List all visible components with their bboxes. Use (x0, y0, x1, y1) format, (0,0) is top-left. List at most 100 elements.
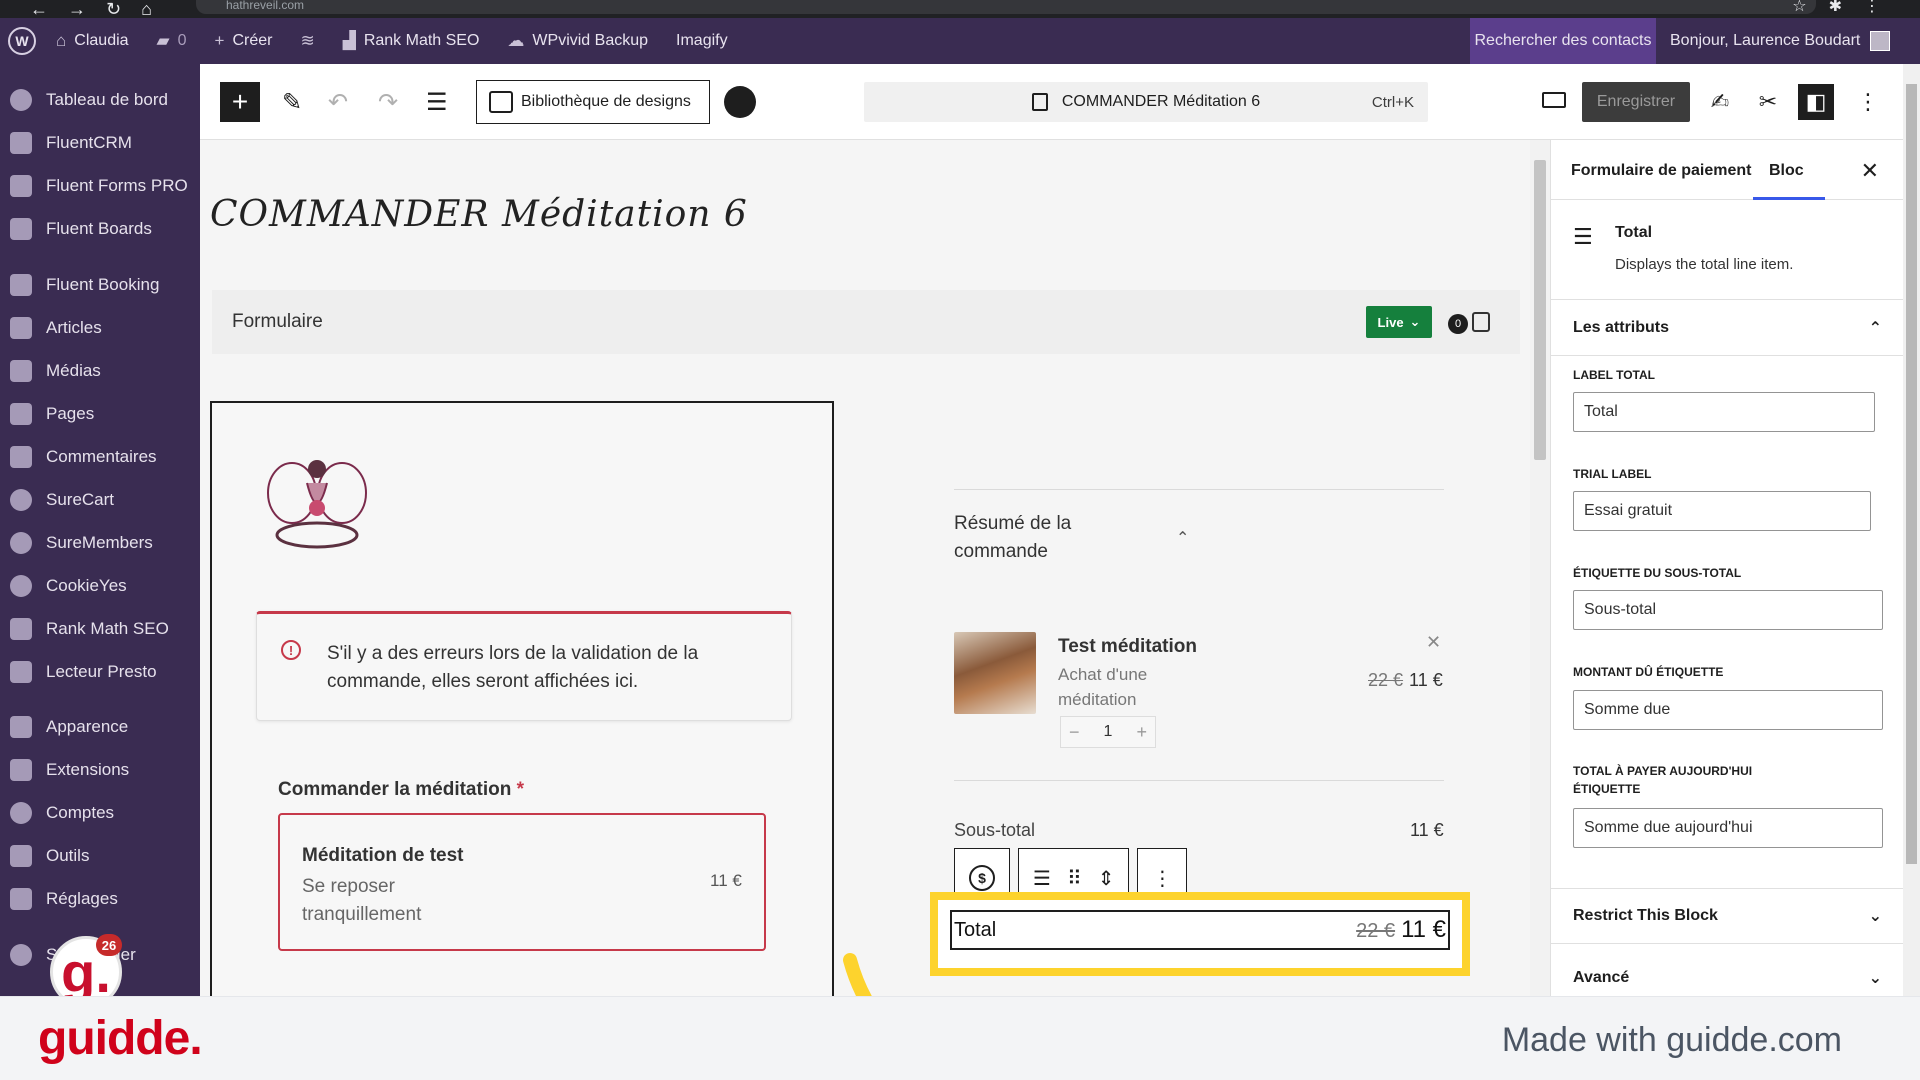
align-icon[interactable]: ☰ (1033, 866, 1051, 891)
imagify-link[interactable]: Imagify (676, 32, 728, 50)
product-option-card[interactable]: Méditation de test Se reposer tranquille… (278, 813, 766, 951)
sidebar-item-label: SureCart (46, 490, 115, 509)
sidebar-item-cookieyes[interactable]: CookieYes (0, 566, 200, 606)
site-name-link[interactable]: ⌂ Claudia (56, 31, 129, 51)
quantity-stepper[interactable]: − 1 + (1060, 716, 1156, 748)
customize-icon[interactable]: ✂ (1750, 84, 1786, 120)
form-header[interactable]: Formulaire Live ⌄ 0 (212, 290, 1520, 354)
move-up-down-icon[interactable]: ⇕ (1098, 866, 1115, 891)
sidebar-item-fluentcrm[interactable]: FluentCRM (0, 123, 200, 163)
sidebar-item-comments[interactable]: Commentaires (0, 437, 200, 477)
tab-payment-form[interactable]: Formulaire de paiement (1571, 162, 1752, 180)
settings-sidebar-icon[interactable]: ◧ (1798, 84, 1834, 120)
wordpress-logo-icon[interactable]: W (8, 27, 36, 55)
order-field-label: Commander la méditation * (278, 779, 524, 801)
due-today-input[interactable]: Somme due aujourd'hui (1573, 808, 1883, 848)
command-palette[interactable]: COMMANDER Méditation 6 Ctrl+K (864, 82, 1428, 122)
pencil-icon[interactable]: ✎ (282, 88, 302, 117)
browser-extension-icons[interactable]: ☆✱⋮ (1792, 0, 1902, 15)
account-menu[interactable]: Bonjour, Laurence Boudart (1670, 18, 1891, 64)
order-summary-title[interactable]: Résumé de la commande (954, 510, 1124, 566)
design-library-button[interactable]: Bibliothèque de designs (476, 80, 710, 124)
wpvivid-link[interactable]: ☁ WPvivid Backup (507, 31, 648, 51)
total-current-price: 11 € (1401, 916, 1446, 943)
surecart-logo-icon[interactable] (724, 86, 756, 118)
add-block-button[interactable]: + (220, 82, 260, 122)
sidebar-item-suremembers[interactable]: SureMembers (0, 523, 200, 563)
total-value: 22 €11 € (1356, 916, 1446, 944)
editor-canvas: COMMANDER Méditation 6 Formulaire Live ⌄ … (200, 140, 1530, 996)
wpvivid-label: WPvivid Backup (532, 32, 649, 49)
page-title[interactable]: COMMANDER Méditation 6 (210, 194, 748, 235)
sidebar-item-label: Réglages (46, 889, 118, 908)
browser-nav-icons[interactable]: ←→↻⌂ (30, 0, 172, 18)
total-line-item[interactable]: Total 22 €11 € (950, 910, 1450, 950)
sidebar-item-pages[interactable]: Pages (0, 394, 200, 434)
rankmath-link[interactable]: ▟ Rank Math SEO (343, 31, 480, 51)
comments-link[interactable]: ▰ 0 (157, 31, 187, 51)
device-preview-icon[interactable] (1542, 92, 1566, 108)
rankmath-label: Rank Math SEO (363, 32, 480, 49)
minus-icon[interactable]: − (1069, 722, 1080, 743)
close-icon[interactable]: ✕ (1861, 158, 1879, 184)
checkout-left-column[interactable]: ! S'il y a des erreurs lors de la valida… (210, 401, 834, 996)
sidebar-item-dashboard[interactable]: Tableau de bord (0, 80, 200, 120)
sidebar-item-label: Tableau de bord (46, 90, 168, 109)
amount-due-field-label: MONTANT DÛ ÉTIQUETTE (1573, 665, 1724, 679)
sidebar-item-appearance[interactable]: Apparence (0, 707, 200, 747)
library-icon (489, 91, 513, 113)
gear-icon (10, 944, 32, 966)
total-label-input[interactable]: Total (1573, 392, 1875, 432)
total-label-field-label: LABEL TOTAL (1573, 368, 1655, 382)
sidebar-item-articles[interactable]: Articles (0, 308, 200, 348)
window-scrollbar[interactable] (1903, 64, 1920, 996)
sidebar-item-media[interactable]: Médias (0, 351, 200, 391)
media-icon (10, 360, 32, 382)
sidebar-item-label: Outils (46, 846, 90, 865)
advanced-panel-toggle[interactable]: Avancé ⌄ (1551, 950, 1903, 996)
restrict-block-panel-toggle[interactable]: Restrict This Block ⌄ (1551, 888, 1903, 944)
attributes-panel-toggle[interactable]: Les attributs ⌃ (1551, 300, 1903, 356)
plus-icon: + (214, 31, 225, 50)
tab-block[interactable]: Bloc (1753, 162, 1825, 200)
editor-toolbar: + ✎ ↶ ↷ ☰ Bibliothèque de designs COMMAN… (200, 64, 1903, 140)
canvas-scrollbar[interactable] (1530, 140, 1550, 996)
more-options-icon[interactable]: ⋮ (1850, 84, 1886, 120)
sidebar-item-rankmath[interactable]: Rank Math SEO (0, 609, 200, 649)
edit-icon[interactable]: ✍ (1702, 84, 1738, 120)
sidebar-item-label: Comptes (46, 803, 115, 822)
redo-icon[interactable]: ↷ (378, 88, 398, 117)
live-mode-toggle[interactable]: Live ⌄ (1366, 306, 1432, 338)
plus-icon[interactable]: + (1136, 722, 1147, 743)
sidebar-item-settings[interactable]: Réglages (0, 879, 200, 919)
sidebar-item-fluent-boards[interactable]: Fluent Boards (0, 209, 200, 249)
sidebar-item-fluent-booking[interactable]: Fluent Booking (0, 265, 200, 305)
sidebar-item-label: Pages (46, 404, 95, 423)
save-button[interactable]: Enregistrer (1582, 82, 1690, 122)
chevron-up-icon[interactable]: ⌃ (1176, 528, 1189, 548)
undo-icon[interactable]: ↶ (328, 88, 348, 117)
trial-label-input[interactable]: Essai gratuit (1573, 491, 1871, 531)
sidebar-item-fluent-forms[interactable]: Fluent Forms PRO (0, 166, 200, 206)
create-link[interactable]: + Créer (215, 31, 273, 51)
drag-handle-icon[interactable]: ⠿ (1067, 866, 1082, 891)
brush-icon (10, 716, 32, 738)
sidebar-item-tools[interactable]: Outils (0, 836, 200, 876)
sidebar-item-presto[interactable]: Lecteur Presto (0, 652, 200, 692)
sidebar-item-label: Extensions (46, 760, 130, 779)
comment-icon: ▰ (156, 31, 170, 50)
quantity-value[interactable]: 1 (1104, 723, 1113, 741)
subtotal-label-input[interactable]: Sous-total (1573, 590, 1883, 630)
scrollbar-thumb[interactable] (1534, 160, 1546, 460)
sidebar-item-surecart[interactable]: SureCart (0, 480, 200, 520)
search-contacts-button[interactable]: Rechercher des contacts (1470, 18, 1656, 64)
remove-item-icon[interactable]: ✕ (1426, 632, 1441, 653)
amount-due-input[interactable]: Somme due (1573, 690, 1883, 730)
fluent-link[interactable]: ≋ (300, 31, 314, 51)
sidebar-item-extensions[interactable]: Extensions (0, 750, 200, 790)
sidebar-item-accounts[interactable]: Comptes (0, 793, 200, 833)
cart-icon[interactable] (1472, 312, 1490, 332)
list-view-icon[interactable]: ☰ (426, 88, 448, 117)
address-bar[interactable]: hathreveil.com (196, 0, 1816, 14)
scrollbar-thumb[interactable] (1906, 84, 1917, 864)
